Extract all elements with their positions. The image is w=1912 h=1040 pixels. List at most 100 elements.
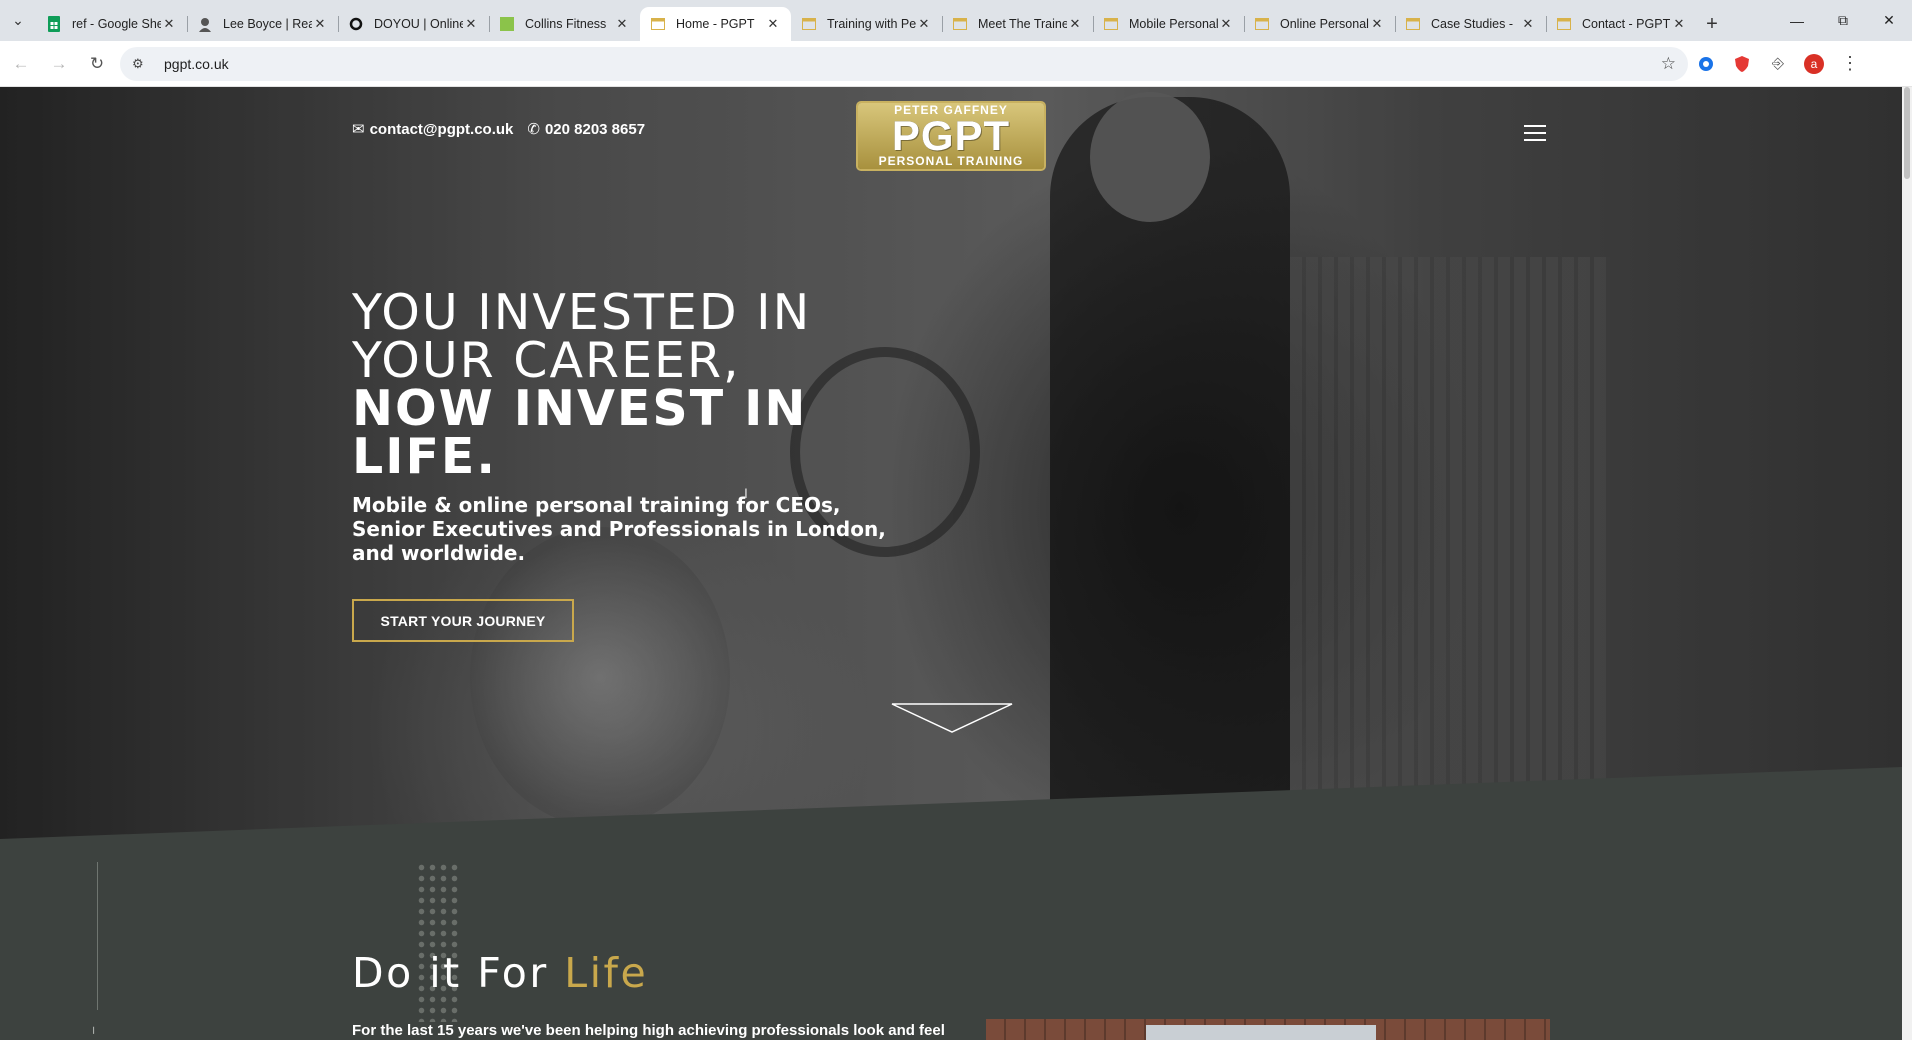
profile-avatar[interactable]: a xyxy=(1796,47,1832,81)
headline-line-3: NOW INVEST IN xyxy=(352,380,808,437)
hero-subheading: Mobile & online personal training for CE… xyxy=(352,493,886,565)
phone-text: 020 8203 8657 xyxy=(544,120,646,138)
tab[interactable]: Online Personal ✕ xyxy=(1244,7,1395,41)
hamburger-menu-icon[interactable] xyxy=(1524,125,1546,141)
close-icon[interactable]: ✕ xyxy=(614,16,630,32)
hamburger-line xyxy=(1524,132,1546,134)
minimize-icon[interactable]: — xyxy=(1774,0,1820,41)
page-icon xyxy=(1556,16,1572,32)
close-icon[interactable]: ✕ xyxy=(312,16,328,32)
tab-title: Collins Fitness xyxy=(525,17,607,31)
bookmark-star-icon[interactable]: ☆ xyxy=(1661,54,1676,74)
extensions-puzzle-icon[interactable]: ⎆ xyxy=(1760,47,1796,81)
tab-title: Home - PGPT xyxy=(676,17,755,31)
close-icon[interactable]: ✕ xyxy=(1520,16,1536,32)
profile-initial: a xyxy=(1804,53,1824,74)
extension-shield-icon[interactable] xyxy=(1724,47,1760,81)
tab[interactable]: DOYOU | Online ✕ xyxy=(338,7,489,41)
section-body-text: For the last 15 years we've been helping… xyxy=(352,1022,945,1039)
page-icon xyxy=(952,16,968,32)
tab-title: Online Personal xyxy=(1280,17,1369,31)
tab-active[interactable]: Home - PGPT ✕ xyxy=(640,7,791,41)
tab[interactable]: Training with Peter ✕ xyxy=(791,7,942,41)
close-icon[interactable]: ✕ xyxy=(916,16,932,32)
email-link[interactable]: ✉ contact@pgpt.co.uk xyxy=(352,120,514,139)
extension-globe-icon[interactable] xyxy=(1688,47,1724,81)
tab[interactable]: Contact - PGPT ✕ xyxy=(1546,7,1697,41)
page-scrollbar[interactable] xyxy=(1902,87,1912,1040)
circle-logo-icon xyxy=(348,16,364,32)
logo-bottom-text: PERSONAL TRAINING xyxy=(878,154,1024,168)
headline-line-4: LIFE. xyxy=(352,428,498,485)
close-icon[interactable]: ✕ xyxy=(1218,16,1234,32)
rule-marker-icon: ╵ xyxy=(90,1027,98,1040)
building-window xyxy=(1146,1025,1376,1040)
contact-bar: ✉ contact@pgpt.co.uk ✆ 020 8203 8657 xyxy=(352,120,646,139)
address-bar[interactable]: ⚙ pgpt.co.uk ☆ xyxy=(120,46,1688,81)
tab-title: Lee Boyce | Real xyxy=(223,17,312,31)
tab[interactable]: ref - Google Sheets ✕ xyxy=(36,7,187,41)
building-photo xyxy=(986,1019,1550,1040)
page-icon xyxy=(1405,16,1421,32)
green-square-icon xyxy=(499,16,515,32)
new-tab-button[interactable]: + xyxy=(1697,7,1727,41)
page-icon xyxy=(801,16,817,32)
url-text[interactable]: pgpt.co.uk xyxy=(164,56,1661,72)
text-cursor-icon: I xyxy=(744,485,748,501)
close-icon[interactable]: ✕ xyxy=(1671,16,1687,32)
close-window-icon[interactable]: ✕ xyxy=(1866,0,1912,41)
tab-list: ref - Google Sheets ✕ Lee Boyce | Real ✕… xyxy=(36,0,1727,41)
back-icon[interactable]: ← xyxy=(4,47,38,81)
tab[interactable]: Collins Fitness ✕ xyxy=(489,7,640,41)
tab-title: Meet The Trainer xyxy=(978,17,1067,31)
page-viewport: ✉ contact@pgpt.co.uk ✆ 020 8203 8657 PET… xyxy=(0,87,1912,1040)
tab-title: DOYOU | Online xyxy=(374,17,463,31)
browser-toolbar: ← → ↻ ⚙ pgpt.co.uk ☆ ⎆ a ⋮ xyxy=(0,41,1912,87)
tab[interactable]: Case Studies - ✕ xyxy=(1395,7,1546,41)
hamburger-line xyxy=(1524,139,1546,141)
do-it-for-life-section xyxy=(0,847,1902,1040)
scroll-down-arrow-icon[interactable] xyxy=(890,702,1014,734)
tab[interactable]: Lee Boyce | Real ✕ xyxy=(187,7,338,41)
forward-icon[interactable]: → xyxy=(42,47,76,81)
close-icon[interactable]: ✕ xyxy=(765,16,781,32)
hero-headline: YOU INVESTED IN YOUR CAREER, NOW INVEST … xyxy=(352,284,812,485)
site-logo[interactable]: PETER GAFFNEY PGPT PERSONAL TRAINING xyxy=(858,103,1044,169)
envelope-icon: ✉ xyxy=(352,121,365,138)
start-journey-button[interactable]: START YOUR JOURNEY xyxy=(352,599,574,642)
reload-icon[interactable]: ↻ xyxy=(80,47,114,81)
phone-link[interactable]: ✆ 020 8203 8657 xyxy=(527,120,646,139)
section-title-accent: Life xyxy=(564,949,649,997)
hamburger-line xyxy=(1524,125,1546,127)
menu-kebab-icon[interactable]: ⋮ xyxy=(1832,47,1868,81)
tab-title: Contact - PGPT xyxy=(1582,17,1671,31)
page-icon xyxy=(650,16,666,32)
window-controls: — ⧉ ✕ xyxy=(1774,0,1912,41)
site-settings-icon[interactable]: ⚙ xyxy=(132,56,150,72)
headline-line-1: YOU INVESTED IN xyxy=(352,284,812,341)
dot-pattern-decoration xyxy=(416,862,460,1022)
tab-title: Mobile Personal xyxy=(1129,17,1218,31)
restore-icon[interactable]: ⧉ xyxy=(1820,0,1866,41)
tab-title: ref - Google Sheets xyxy=(72,17,161,31)
person-avatar-icon xyxy=(197,16,213,32)
close-icon[interactable]: ✕ xyxy=(161,16,177,32)
close-icon[interactable]: ✕ xyxy=(1067,16,1083,32)
tab-search-icon[interactable]: ⌄ xyxy=(0,0,36,41)
vertical-rule xyxy=(97,862,98,1010)
close-icon[interactable]: ✕ xyxy=(463,16,479,32)
close-icon[interactable]: ✕ xyxy=(1369,16,1385,32)
tab-strip: ⌄ ref - Google Sheets ✕ Lee Boyce | Real… xyxy=(0,0,1912,41)
tab-title: Case Studies - xyxy=(1431,17,1513,31)
page-icon xyxy=(1103,16,1119,32)
page-icon xyxy=(1254,16,1270,32)
scrollbar-thumb[interactable] xyxy=(1904,87,1910,179)
tab-title: Training with Peter xyxy=(827,17,916,31)
email-text: contact@pgpt.co.uk xyxy=(369,120,514,138)
sheets-icon xyxy=(46,16,62,32)
headline-line-2: YOUR CAREER, xyxy=(352,332,741,389)
tab[interactable]: Mobile Personal ✕ xyxy=(1093,7,1244,41)
logo-mid-text: PGPT xyxy=(891,112,1011,159)
section-title-main: Do it For xyxy=(352,949,565,997)
tab[interactable]: Meet The Trainer ✕ xyxy=(942,7,1093,41)
